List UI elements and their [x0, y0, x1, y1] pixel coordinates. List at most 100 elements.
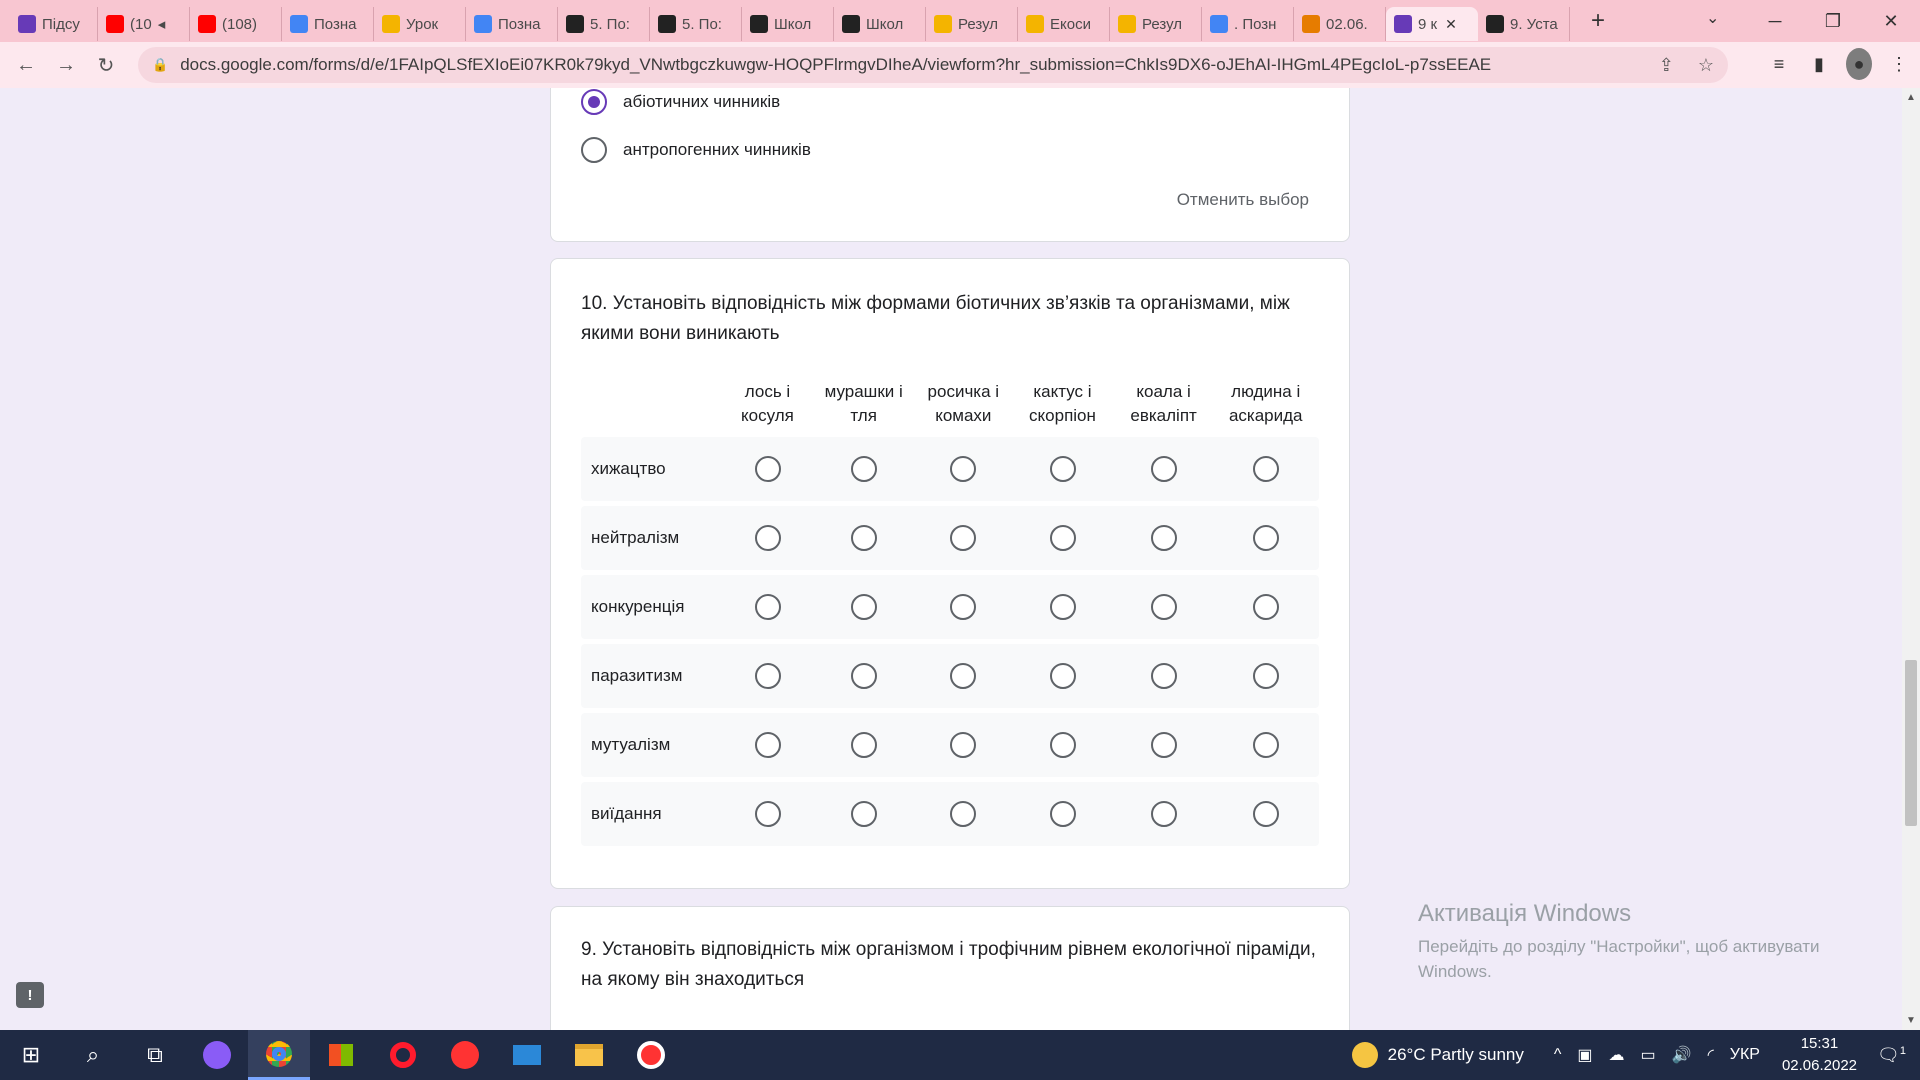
profile-avatar[interactable]: ●: [1846, 48, 1872, 80]
browser-tab[interactable]: (10 ◂: [98, 7, 190, 41]
scrollbar-thumb[interactable]: [1905, 660, 1917, 826]
bookmark-star-icon[interactable]: ☆: [1698, 55, 1714, 76]
lock-icon[interactable]: 🔒: [152, 57, 168, 73]
scrollbar[interactable]: ▲ ▼: [1902, 88, 1920, 1030]
browser-tab[interactable]: 9. Уста: [1478, 7, 1570, 41]
radio-button-selected[interactable]: [581, 89, 607, 115]
browser-tab[interactable]: Позна: [282, 7, 374, 41]
radio-button[interactable]: [754, 663, 781, 689]
radio-button[interactable]: [1049, 663, 1076, 689]
clock[interactable]: 15:31 02.06.2022: [1782, 1033, 1857, 1077]
meet-now-icon[interactable]: ▣: [1577, 1045, 1592, 1065]
scroll-up-icon[interactable]: ▲: [1906, 92, 1916, 103]
opera-icon[interactable]: [372, 1030, 434, 1080]
url-field[interactable]: 🔒 docs.google.com/forms/d/e/1FAIpQLSfEXI…: [138, 47, 1728, 83]
browser-tab[interactable]: 02.06.: [1294, 7, 1386, 41]
radio-button[interactable]: [1049, 525, 1076, 551]
language-indicator[interactable]: УКР: [1730, 1046, 1760, 1064]
radio-button[interactable]: [950, 594, 977, 620]
radio-button[interactable]: [1150, 801, 1177, 827]
minimize-icon[interactable]: ─: [1746, 0, 1804, 42]
media-control-icon[interactable]: ≡: [1766, 48, 1792, 80]
radio-button[interactable]: [1252, 456, 1279, 482]
windows-start-icon[interactable]: ⊞: [0, 1030, 62, 1080]
tab-muted-icon[interactable]: ◂: [158, 15, 166, 33]
option-row[interactable]: абіотичних чинників: [581, 89, 780, 115]
close-tab-icon[interactable]: ✕: [1445, 16, 1457, 33]
clear-selection-button[interactable]: Отменить выбор: [1177, 190, 1309, 210]
yandex-icon[interactable]: [434, 1030, 496, 1080]
radio-button[interactable]: [581, 137, 607, 163]
radio-button[interactable]: [950, 525, 977, 551]
notification-icon[interactable]: 🗨1: [1877, 1045, 1906, 1066]
radio-button[interactable]: [1252, 663, 1279, 689]
radio-button[interactable]: [950, 456, 977, 482]
radio-button[interactable]: [1150, 525, 1177, 551]
browser-tab[interactable]: Резул: [1110, 7, 1202, 41]
feedback-icon[interactable]: !: [16, 982, 44, 1008]
chevron-up-icon[interactable]: ^: [1554, 1046, 1562, 1064]
radio-button[interactable]: [850, 801, 877, 827]
radio-button[interactable]: [754, 456, 781, 482]
radio-button[interactable]: [1252, 801, 1279, 827]
radio-button[interactable]: [850, 525, 877, 551]
forward-icon[interactable]: →: [46, 45, 86, 85]
radio-button[interactable]: [1150, 456, 1177, 482]
browser-tab[interactable]: 9 к ✕: [1386, 7, 1478, 41]
radio-button[interactable]: [850, 456, 877, 482]
radio-button[interactable]: [754, 525, 781, 551]
menu-dots-icon[interactable]: ⋮: [1886, 48, 1912, 80]
scroll-down-icon[interactable]: ▼: [1906, 1015, 1916, 1026]
browser-tab[interactable]: Резул: [926, 7, 1018, 41]
radio-button[interactable]: [1049, 456, 1076, 482]
radio-button[interactable]: [950, 732, 977, 758]
radio-button[interactable]: [754, 732, 781, 758]
radio-button[interactable]: [1150, 594, 1177, 620]
browser-tab[interactable]: Підсу: [10, 7, 98, 41]
radio-button[interactable]: [950, 801, 977, 827]
search-icon[interactable]: ⌕: [62, 1030, 124, 1080]
browser-tab[interactable]: . Позн: [1202, 7, 1294, 41]
radio-button[interactable]: [1150, 663, 1177, 689]
browser-tab[interactable]: Позна: [466, 7, 558, 41]
file-explorer-icon[interactable]: [558, 1030, 620, 1080]
side-panel-icon[interactable]: ▮: [1806, 48, 1832, 80]
reload-icon[interactable]: ↻: [86, 45, 126, 85]
radio-button[interactable]: [1252, 525, 1279, 551]
weather-widget[interactable]: 26°C Partly sunny: [1351, 1042, 1524, 1068]
option-row[interactable]: антропогенних чинників: [581, 137, 811, 163]
browser-tab[interactable]: Школ: [742, 7, 834, 41]
radio-button[interactable]: [1049, 732, 1076, 758]
back-icon[interactable]: ←: [6, 45, 46, 85]
radio-button[interactable]: [1252, 732, 1279, 758]
browser-tab[interactable]: 5. По:: [558, 7, 650, 41]
browser-tab[interactable]: (108): [190, 7, 282, 41]
battery-icon[interactable]: ▭: [1641, 1045, 1656, 1065]
radio-button[interactable]: [1049, 594, 1076, 620]
network-status-icon[interactable]: ☁: [1609, 1045, 1625, 1065]
browser-tab[interactable]: Екоси: [1018, 7, 1110, 41]
yandex-browser-icon[interactable]: [620, 1030, 682, 1080]
tab-search-icon[interactable]: ⌄: [1706, 8, 1719, 28]
share-icon[interactable]: ⇪: [1659, 55, 1674, 76]
wifi-icon[interactable]: ◜: [1708, 1045, 1714, 1065]
task-view-icon[interactable]: ⧉: [124, 1030, 186, 1080]
browser-tab[interactable]: 5. По:: [650, 7, 742, 41]
new-tab-button[interactable]: +: [1584, 7, 1612, 35]
radio-button[interactable]: [754, 801, 781, 827]
alice-icon[interactable]: [186, 1030, 248, 1080]
chrome-icon[interactable]: [248, 1030, 310, 1080]
radio-button[interactable]: [1252, 594, 1279, 620]
restore-icon[interactable]: ❐: [1804, 0, 1862, 42]
radio-button[interactable]: [1049, 801, 1076, 827]
radio-button[interactable]: [1150, 732, 1177, 758]
store-icon[interactable]: [310, 1030, 372, 1080]
url-text[interactable]: docs.google.com/forms/d/e/1FAIpQLSfEXIoE…: [180, 55, 1491, 75]
radio-button[interactable]: [850, 732, 877, 758]
radio-button[interactable]: [950, 663, 977, 689]
radio-button[interactable]: [850, 663, 877, 689]
browser-tab[interactable]: Урок: [374, 7, 466, 41]
volume-icon[interactable]: 🔊: [1672, 1045, 1692, 1065]
browser-tab[interactable]: Школ: [834, 7, 926, 41]
mail-icon[interactable]: [496, 1030, 558, 1080]
